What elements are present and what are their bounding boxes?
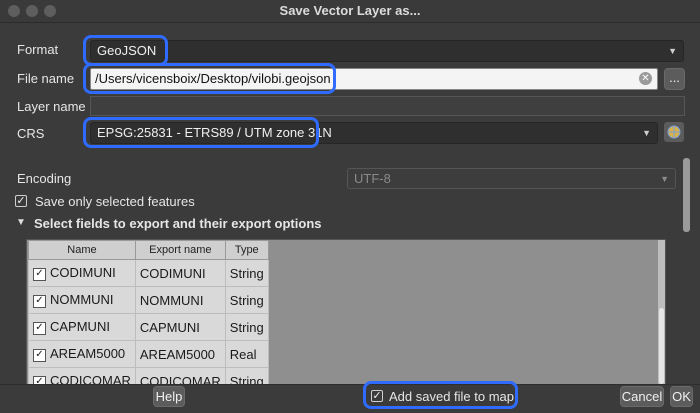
format-highlight — [83, 35, 168, 66]
crs-selector-button[interactable] — [664, 122, 684, 142]
table-row[interactable]: ✓ NOMMUNI NOMMUNI String — [28, 286, 269, 314]
field-checkbox[interactable]: ✓ — [33, 348, 46, 362]
field-name: CODIMUNI — [50, 265, 116, 281]
type-cell: Real — [224, 340, 269, 368]
export-name-cell[interactable]: NOMMUNI — [134, 286, 226, 314]
export-name-cell[interactable]: AREAM5000 — [134, 340, 226, 368]
name-cell[interactable]: ✓ NOMMUNI — [28, 286, 136, 314]
globe-icon — [667, 125, 681, 139]
field-checkbox[interactable]: ✓ — [33, 267, 46, 281]
crs-label: CRS — [17, 126, 45, 141]
chevron-down-icon: ▼ — [668, 46, 677, 56]
crs-highlight — [83, 117, 319, 148]
collapse-triangle-icon[interactable]: ▼ — [16, 217, 26, 228]
cancel-button[interactable]: Cancel — [620, 386, 664, 407]
encoding-value: UTF-8 — [354, 171, 391, 186]
field-name: CAPMUNI — [50, 319, 110, 335]
table-row[interactable]: ✓ CODIMUNI CODIMUNI String — [28, 259, 269, 287]
dialog-scrollbar[interactable] — [683, 158, 690, 232]
export-name-cell[interactable]: CODIMUNI — [134, 259, 226, 287]
footer-bar — [0, 384, 700, 413]
save-selected-label: Save only selected features — [35, 194, 195, 209]
table-row[interactable]: ✓ AREAM5000 AREAM5000 Real — [28, 340, 269, 368]
layer-name-label: Layer name — [17, 99, 86, 114]
export-name-cell[interactable]: CODICOMAR — [134, 367, 226, 384]
table-scrollbar-thumb[interactable] — [659, 308, 664, 384]
format-select[interactable]: GeoJSON ▼ — [90, 40, 684, 62]
type-cell: String — [224, 259, 269, 287]
ok-button[interactable]: OK — [670, 386, 693, 407]
type-cell: String — [224, 313, 269, 341]
column-header-name[interactable]: Name — [28, 240, 136, 260]
field-checkbox[interactable]: ✓ — [33, 294, 46, 308]
name-cell[interactable]: ✓ AREAM5000 — [28, 340, 136, 368]
clear-icon[interactable]: ✕ — [639, 72, 652, 85]
name-cell[interactable]: ✓ CAPMUNI — [28, 313, 136, 341]
encoding-label: Encoding — [17, 171, 72, 186]
table-row[interactable]: ✓ CAPMUNI CAPMUNI String — [28, 313, 269, 341]
name-cell[interactable]: ✓ CODIMUNI — [28, 259, 136, 287]
browse-button[interactable]: ... — [664, 68, 685, 90]
help-button[interactable]: Help — [153, 386, 185, 407]
layer-name-input[interactable] — [90, 96, 685, 116]
column-header-type[interactable]: Type — [224, 240, 269, 260]
field-name: AREAM5000 — [50, 346, 126, 362]
field-name: NOMMUNI — [50, 292, 114, 308]
encoding-select[interactable]: UTF-8 ▼ — [347, 168, 676, 189]
chevron-down-icon: ▼ — [660, 174, 669, 184]
format-label: Format — [17, 42, 59, 57]
file-name-label: File name — [17, 71, 75, 86]
table-row[interactable]: ✓ CODICOMAR CODICOMAR String — [28, 367, 269, 384]
window-title: Save Vector Layer as... — [279, 3, 421, 18]
fields-section-title: Select fields to export and their export… — [34, 216, 322, 231]
column-header-export-name[interactable]: Export name — [134, 240, 226, 260]
export-name-cell[interactable]: CAPMUNI — [134, 313, 226, 341]
file-name-highlight — [83, 63, 336, 94]
type-cell: String — [224, 286, 269, 314]
save-selected-checkbox[interactable]: ✓ — [15, 195, 27, 207]
chevron-down-icon: ▼ — [642, 128, 651, 138]
add-to-map-highlight — [363, 381, 518, 409]
field-checkbox[interactable]: ✓ — [33, 321, 46, 335]
fields-table: Name Export name Type ✓ CODIMUNI CODIMUNI… — [26, 239, 666, 385]
type-cell: String — [224, 367, 269, 384]
name-cell[interactable]: ✓ CODICOMAR — [28, 367, 136, 384]
